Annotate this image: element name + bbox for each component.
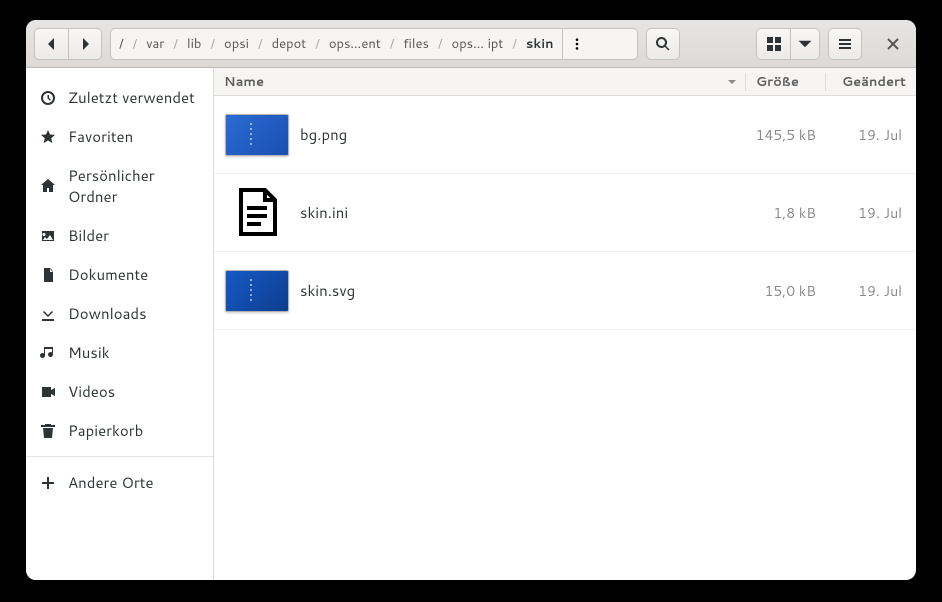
back-button[interactable] (34, 28, 68, 60)
sidebar-item-home[interactable]: Persönlicher Ordner (26, 156, 213, 216)
file-name: skin.ini (300, 202, 746, 223)
sidebar-item-label: Dokumente (68, 264, 148, 285)
breadcrumb-separator: / (172, 35, 179, 53)
sidebar-item-label: Videos (68, 381, 115, 402)
column-modified[interactable]: Geändert (826, 73, 916, 91)
file-size: 145,5 kB (746, 125, 826, 145)
sidebar-item-trash[interactable]: Papierkorb (26, 411, 213, 450)
file-size: 15,0 kB (746, 281, 826, 301)
documents-icon (40, 267, 56, 283)
breadcrumb-separator: / (389, 35, 396, 53)
videos-icon (40, 384, 56, 400)
breadcrumb-separator: / (314, 35, 321, 53)
sidebar-item-label: Bilder (68, 225, 109, 246)
downloads-icon (40, 306, 56, 322)
sidebar-item-recent[interactable]: Zuletzt verwendet (26, 78, 213, 117)
file-list: bg.png145,5 kB19. Julskin.ini1,8 kB19. J… (214, 96, 916, 580)
recent-icon (40, 90, 56, 106)
breadcrumb-opsi[interactable]: opsi (216, 29, 257, 59)
window-close-button[interactable] (878, 29, 908, 59)
text-file-icon (235, 188, 279, 238)
sidebar-separator (26, 456, 213, 457)
sidebar-item-starred[interactable]: Favoriten (26, 117, 213, 156)
forward-button[interactable] (68, 28, 102, 60)
headerbar: //var/lib/opsi/depot/ops…ent/files/ops… … (26, 20, 916, 68)
breadcrumb-var[interactable]: var (138, 29, 172, 59)
sidebar-item-label: Zuletzt verwendet (68, 87, 195, 108)
file-manager-window: //var/lib/opsi/depot/ops…ent/files/ops… … (26, 20, 916, 580)
file-modified: 19. Jul (826, 203, 916, 223)
main-pane: Name Größe Geändert bg.png145,5 kB19. Ju… (214, 68, 916, 580)
sidebar-item-label: Favoriten (68, 126, 133, 147)
image-thumbnail (225, 270, 289, 312)
file-name: bg.png (300, 124, 746, 145)
sidebar-item-documents[interactable]: Dokumente (26, 255, 213, 294)
breadcrumb-depot[interactable]: depot (264, 29, 315, 59)
view-group (756, 28, 820, 60)
sidebar-item-other-locations[interactable]: Andere Orte (26, 463, 213, 502)
file-size: 1,8 kB (746, 203, 826, 223)
body: Zuletzt verwendet Favoriten Persönlicher O… (26, 68, 916, 580)
music-icon (40, 345, 56, 361)
view-options-dropdown[interactable] (790, 28, 820, 60)
breadcrumb-skin[interactable]: skin (518, 29, 562, 59)
file-name: skin.svg (300, 280, 746, 301)
pathbar-menu-button[interactable] (562, 29, 592, 59)
column-size[interactable]: Größe (746, 73, 826, 91)
breadcrumb-separator: / (437, 35, 444, 53)
file-modified: 19. Jul (826, 281, 916, 301)
pictures-icon (40, 228, 56, 244)
breadcrumb-lib[interactable]: lib (179, 29, 209, 59)
sidebar-item-label: Andere Orte (68, 472, 154, 493)
breadcrumb-[interactable]: / (111, 29, 132, 59)
pathbar: //var/lib/opsi/depot/ops…ent/files/ops… … (110, 28, 638, 60)
sidebar-item-label: Musik (68, 342, 110, 363)
view-grid-button[interactable] (756, 28, 790, 60)
column-name-label: Name (224, 73, 264, 91)
breadcrumb-separator: / (209, 35, 216, 53)
hamburger-menu-button[interactable] (828, 28, 862, 60)
column-name[interactable]: Name (214, 73, 746, 91)
starred-icon (40, 129, 56, 145)
search-button[interactable] (646, 28, 680, 60)
sidebar-item-videos[interactable]: Videos (26, 372, 213, 411)
file-row[interactable]: bg.png145,5 kB19. Jul (214, 96, 916, 174)
sidebar-item-label: Papierkorb (68, 420, 143, 441)
nav-group (34, 28, 102, 60)
breadcrumb-separator: / (511, 35, 518, 53)
file-row[interactable]: skin.svg15,0 kB19. Jul (214, 252, 916, 330)
image-thumbnail (225, 114, 289, 156)
column-header: Name Größe Geändert (214, 68, 916, 96)
breadcrumb-files[interactable]: files (395, 29, 437, 59)
file-modified: 19. Jul (826, 125, 916, 145)
breadcrumb-separator: / (257, 35, 264, 53)
home-icon (40, 178, 56, 194)
sidebar: Zuletzt verwendet Favoriten Persönlicher O… (26, 68, 214, 580)
sidebar-item-downloads[interactable]: Downloads (26, 294, 213, 333)
sidebar-item-music[interactable]: Musik (26, 333, 213, 372)
breadcrumb-opsent[interactable]: ops…ent (321, 29, 389, 59)
breadcrumb-opsipt[interactable]: ops… ipt (444, 29, 512, 59)
file-thumb (214, 270, 300, 312)
file-thumb (214, 188, 300, 238)
sidebar-item-pictures[interactable]: Bilder (26, 216, 213, 255)
trash-icon (40, 423, 56, 439)
file-thumb (214, 114, 300, 156)
sidebar-item-label: Downloads (68, 303, 147, 324)
file-row[interactable]: skin.ini1,8 kB19. Jul (214, 174, 916, 252)
sort-indicator-icon (727, 77, 737, 87)
sidebar-item-label: Persönlicher Ordner (68, 165, 199, 207)
breadcrumb-separator: / (132, 35, 139, 53)
plus-icon (40, 475, 56, 491)
